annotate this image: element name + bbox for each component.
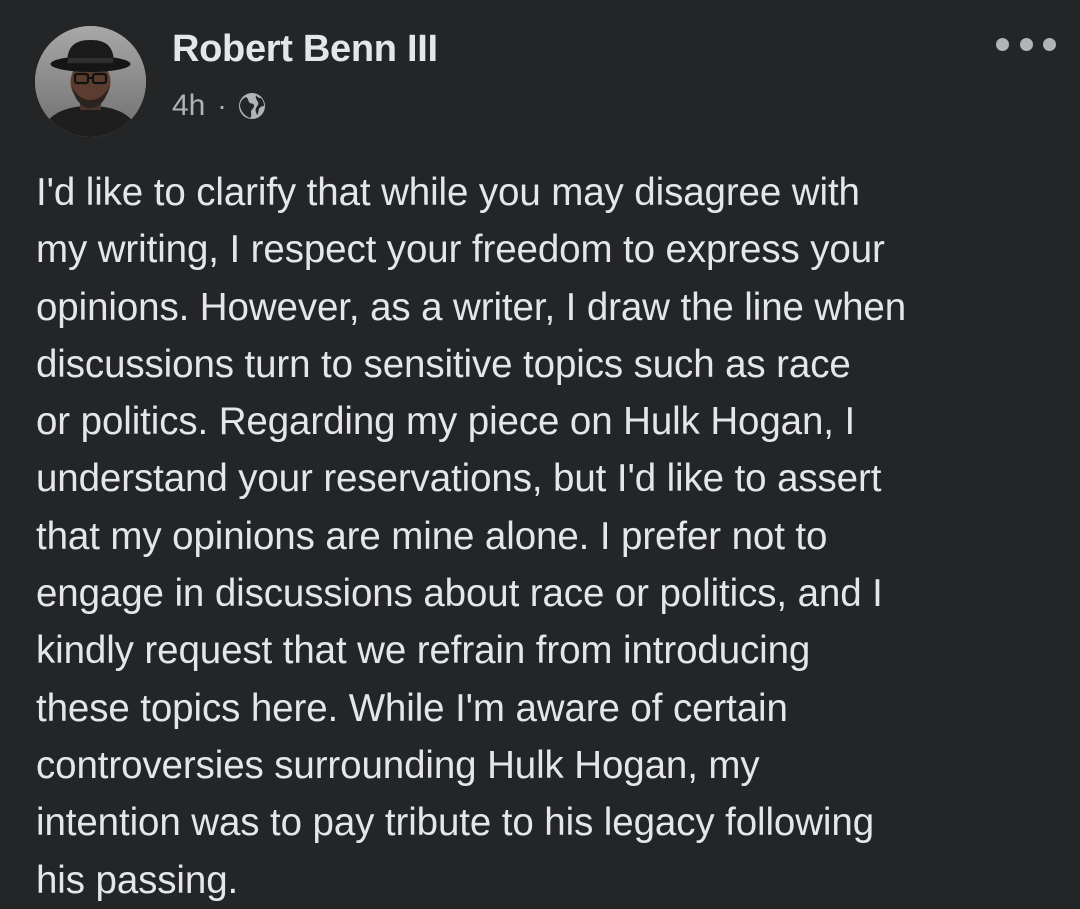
meta-separator: · (217, 90, 227, 121)
avatar[interactable] (35, 26, 146, 137)
globe-icon[interactable] (237, 91, 267, 121)
post-header: Robert Benn III 4h · (0, 0, 1080, 150)
post-text-line: that my opinions are mine alone. I prefe… (36, 514, 828, 558)
more-options-button[interactable] (996, 28, 1056, 60)
post-text-line: engage in discussions about race or poli… (36, 572, 883, 616)
post-text-line: I'd like to clarify that while you may d… (36, 171, 860, 214)
post-text-line: these topics here. While I'm aware of ce… (36, 686, 788, 730)
post-text-line: kindly request that we refrain from intr… (36, 629, 811, 673)
post-text-line: intention was to pay tribute to his lega… (36, 801, 875, 845)
post-meta: 4h · (172, 88, 267, 124)
post-text-line: my writing, I respect your freedom to ex… (36, 228, 885, 272)
avatar-photo (35, 26, 146, 137)
post-text-line: his passing. (36, 858, 239, 902)
author-name[interactable]: Robert Benn III (172, 27, 438, 71)
post-text: I'd like to clarify that while you may d… (36, 164, 1060, 909)
post-text-line: or politics. Regarding my piece on Hulk … (36, 400, 856, 444)
post-text-line: discussions turn to sensitive topics suc… (36, 342, 851, 386)
post-text-line: understand your reservations, but I'd li… (36, 457, 882, 501)
more-options-icon-dot (1043, 37, 1056, 51)
more-options-icon-dot (1019, 37, 1033, 51)
post-text-line: controversies surrounding Hulk Hogan, my (36, 743, 760, 787)
post-timestamp[interactable]: 4h (172, 88, 205, 124)
more-options-icon (996, 37, 1009, 51)
post-text-line: opinions. However, as a writer, I draw t… (36, 285, 907, 329)
